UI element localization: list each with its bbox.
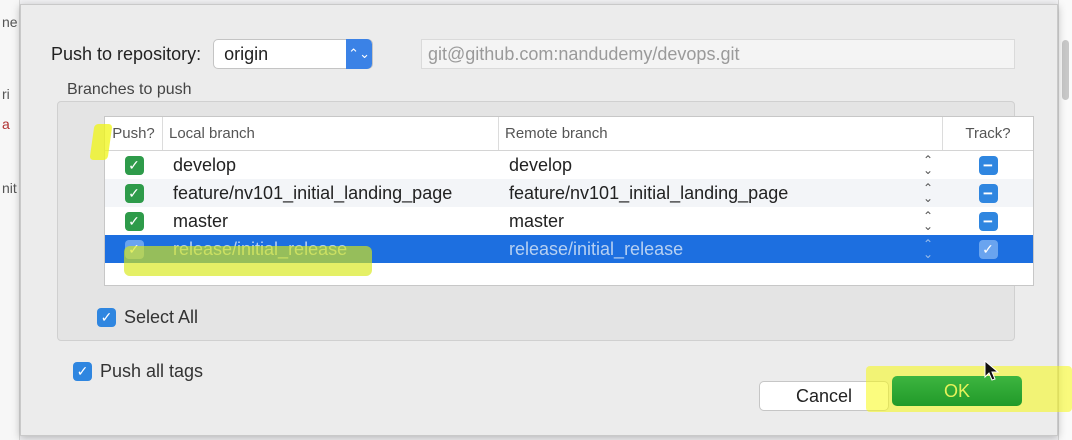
table-row[interactable]: ✓ master master ⌃ ⌄ − bbox=[105, 207, 1033, 235]
repository-select[interactable]: origin ⌃⌄ bbox=[213, 39, 374, 69]
scrollbar-thumb bbox=[1062, 40, 1069, 100]
highlighter-mark bbox=[124, 246, 372, 276]
select-all-label: Select All bbox=[124, 307, 199, 327]
remote-branch-cell[interactable]: feature/nv101_initial_landing_page ⌃ ⌄ bbox=[499, 179, 943, 207]
repository-label: Push to repository: bbox=[51, 43, 202, 64]
push-checkbox[interactable]: ✓ bbox=[124, 183, 144, 203]
push-all-tags-checkbox[interactable]: ✓ Push all tags bbox=[73, 361, 203, 382]
header-push[interactable]: Push? bbox=[105, 117, 163, 150]
background-fragment: ne bbox=[2, 14, 18, 30]
table-header: Push? Local branch Remote branch Track? bbox=[105, 117, 1033, 151]
push-checkbox[interactable]: ✓ bbox=[124, 155, 144, 175]
repository-url-field: git@github.com:nandudemy/devops.git bbox=[421, 39, 1015, 69]
background-fragment: a bbox=[2, 116, 10, 132]
table-row[interactable]: ✓ feature/nv101_initial_landing_page fea… bbox=[105, 179, 1033, 207]
ok-button[interactable]: OK bbox=[892, 376, 1022, 406]
remote-branch-cell[interactable]: develop ⌃ ⌄ bbox=[499, 151, 943, 179]
track-checkbox[interactable]: − bbox=[978, 155, 998, 175]
header-remote-branch[interactable]: Remote branch bbox=[499, 117, 943, 150]
branches-label: Branches to push bbox=[67, 81, 192, 98]
background-fragment: nit bbox=[2, 180, 17, 196]
chevron-updown-icon[interactable]: ⌃ ⌄ bbox=[923, 154, 933, 176]
background-window-edge: ne ri a nit bbox=[0, 0, 20, 440]
chevron-updown-icon: ⌃⌄ bbox=[346, 39, 373, 69]
checkmark-icon: ✓ bbox=[73, 362, 92, 381]
repository-select-value: origin bbox=[224, 43, 269, 64]
select-all-checkbox[interactable]: ✓ Select All bbox=[97, 307, 198, 328]
chevron-updown-icon[interactable]: ⌃ ⌄ bbox=[923, 238, 933, 260]
remote-branch-cell[interactable]: master ⌃ ⌄ bbox=[499, 207, 943, 235]
track-checkbox[interactable]: ✓ bbox=[978, 239, 998, 259]
local-branch-cell: develop bbox=[173, 154, 237, 175]
background-fragment: ri bbox=[2, 86, 10, 102]
chevron-updown-icon[interactable]: ⌃ ⌄ bbox=[923, 182, 933, 204]
chevron-updown-icon[interactable]: ⌃ ⌄ bbox=[923, 210, 933, 232]
header-track[interactable]: Track? bbox=[943, 117, 1033, 150]
track-checkbox[interactable]: − bbox=[978, 211, 998, 231]
table-row[interactable]: ✓ develop develop ⌃ ⌄ − bbox=[105, 151, 1033, 179]
track-checkbox[interactable]: − bbox=[978, 183, 998, 203]
checkmark-icon: ✓ bbox=[97, 308, 116, 327]
mouse-cursor-icon bbox=[984, 360, 1000, 381]
remote-branch-cell[interactable]: release/initial_release ⌃ ⌄ bbox=[499, 235, 943, 263]
push-all-tags-label: Push all tags bbox=[100, 361, 204, 381]
header-local-branch[interactable]: Local branch bbox=[163, 117, 499, 150]
repository-row: Push to repository: origin ⌃⌄ bbox=[51, 39, 374, 69]
branches-group: Push? Local branch Remote branch Track? … bbox=[57, 101, 1034, 341]
push-checkbox[interactable]: ✓ bbox=[124, 211, 144, 231]
local-branch-cell: master bbox=[173, 210, 229, 231]
local-branch-cell: feature/nv101_initial_landing_page bbox=[173, 182, 453, 203]
